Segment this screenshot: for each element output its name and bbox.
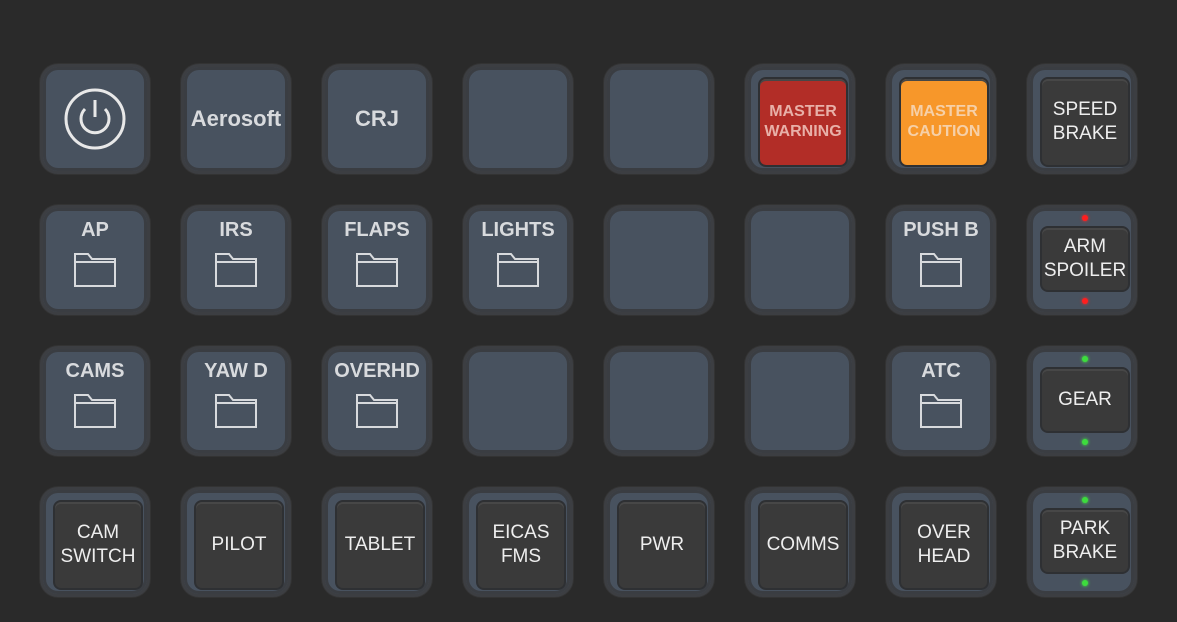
folder-icon <box>73 250 117 288</box>
empty-key[interactable] <box>604 64 714 174</box>
key-label: CRJ <box>354 106 399 131</box>
over-head-button[interactable]: OVER HEAD <box>886 487 996 597</box>
pilot-button[interactable]: PILOT <box>181 487 291 597</box>
folder-icon <box>496 250 540 288</box>
folder-yaw-d[interactable]: YAW D <box>181 346 291 456</box>
tablet-button[interactable]: TABLET <box>322 487 432 597</box>
power-key[interactable] <box>40 64 150 174</box>
key-label: Aerosoft <box>190 106 282 131</box>
status-led-bottom <box>1082 298 1088 304</box>
crj-key[interactable]: CRJ <box>322 64 432 174</box>
folder-icon <box>214 250 258 288</box>
aerosoft-key[interactable]: Aerosoft <box>181 64 291 174</box>
folder-label: ATC <box>921 360 961 382</box>
speed-brake-button[interactable]: SPEED BRAKE <box>1027 64 1137 174</box>
master-warning-button[interactable]: MASTER WARNING <box>745 64 855 174</box>
status-led-top <box>1082 497 1088 503</box>
folder-icon <box>73 391 117 429</box>
button-face: PILOT <box>196 502 282 588</box>
cam-switch-button[interactable]: CAM SWITCH <box>40 487 150 597</box>
status-led-top <box>1082 356 1088 362</box>
folder-label: AP <box>81 219 109 241</box>
folder-flaps[interactable]: FLAPS <box>322 205 432 315</box>
folder-icon <box>214 391 258 429</box>
button-face: TABLET <box>337 502 423 588</box>
button-face: GEAR <box>1042 369 1128 431</box>
empty-key[interactable] <box>463 64 573 174</box>
empty-key[interactable] <box>604 205 714 315</box>
folder-label: OVERHD <box>334 360 420 382</box>
button-face: EICAS FMS <box>478 502 564 588</box>
button-face: SPEED BRAKE <box>1042 79 1128 165</box>
folder-label: FLAPS <box>344 219 410 241</box>
button-face: CAM SWITCH <box>55 502 141 588</box>
folder-push-b[interactable]: PUSH B <box>886 205 996 315</box>
comms-button[interactable]: COMMS <box>745 487 855 597</box>
arm-spoiler-button[interactable]: ARM SPOILER <box>1027 205 1137 315</box>
folder-overhd[interactable]: OVERHD <box>322 346 432 456</box>
folder-label: CAMS <box>65 360 125 382</box>
folder-lights[interactable]: LIGHTS <box>463 205 573 315</box>
folder-label: LIGHTS <box>481 219 555 241</box>
folder-label: IRS <box>219 219 253 241</box>
folder-icon <box>919 391 963 429</box>
empty-key[interactable] <box>745 346 855 456</box>
folder-label: YAW D <box>204 360 268 382</box>
folder-irs[interactable]: IRS <box>181 205 291 315</box>
status-led-bottom <box>1082 439 1088 445</box>
annunciator-face: MASTER CAUTION <box>901 79 987 165</box>
button-face: PWR <box>619 502 705 588</box>
button-face: COMMS <box>760 502 846 588</box>
folder-icon <box>355 250 399 288</box>
folder-icon <box>355 391 399 429</box>
eicas-fms-button[interactable]: EICAS FMS <box>463 487 573 597</box>
folder-atc[interactable]: ATC <box>886 346 996 456</box>
empty-key[interactable] <box>604 346 714 456</box>
folder-label: PUSH B <box>903 219 979 241</box>
status-led-top <box>1082 215 1088 221</box>
button-face: ARM SPOILER <box>1042 228 1128 290</box>
annunciator-face: MASTER WARNING <box>760 79 846 165</box>
button-face: OVER HEAD <box>901 502 987 588</box>
empty-key[interactable] <box>745 205 855 315</box>
folder-ap[interactable]: AP <box>40 205 150 315</box>
folder-icon <box>919 250 963 288</box>
empty-key[interactable] <box>463 346 573 456</box>
status-led-bottom <box>1082 580 1088 586</box>
pwr-button[interactable]: PWR <box>604 487 714 597</box>
master-caution-button[interactable]: MASTER CAUTION <box>886 64 996 174</box>
park-brake-button[interactable]: PARK BRAKE <box>1027 487 1137 597</box>
stream-deck-grid: Aerosoft CRJ MASTER WARNING MASTER CAUTION SPE… <box>40 64 1137 597</box>
gear-button[interactable]: GEAR <box>1027 346 1137 456</box>
button-face: PARK BRAKE <box>1042 510 1128 572</box>
power-icon <box>63 87 127 151</box>
folder-cams[interactable]: CAMS <box>40 346 150 456</box>
